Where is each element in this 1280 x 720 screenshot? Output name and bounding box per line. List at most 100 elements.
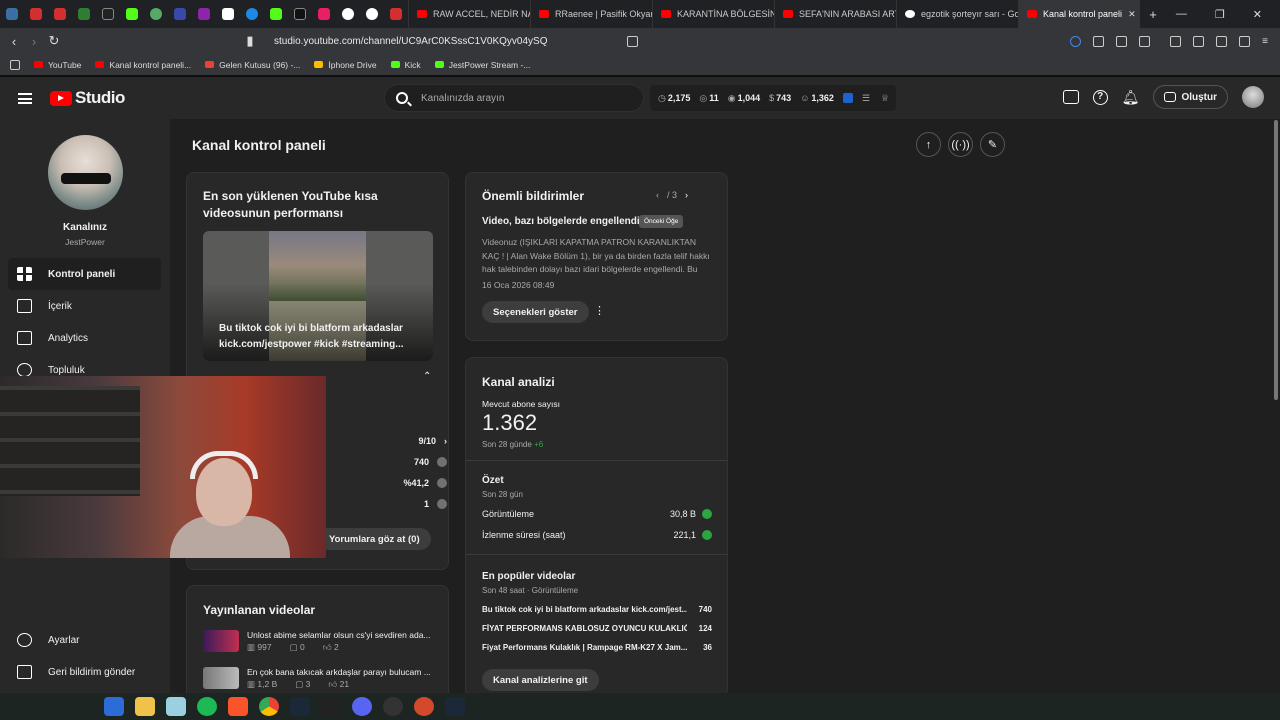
chevron-right-icon[interactable]: ›: [685, 190, 688, 200]
extension-icon[interactable]: [1139, 35, 1151, 47]
pinned-tab[interactable]: [192, 0, 216, 28]
epic-games-icon[interactable]: [321, 697, 341, 716]
maximize-icon[interactable]: ❐: [1215, 8, 1225, 21]
vpn-icon[interactable]: [1239, 35, 1251, 47]
close-window-icon[interactable]: ✕: [1253, 8, 1262, 21]
comments-icon[interactable]: [1062, 90, 1079, 104]
back-icon[interactable]: ‹: [4, 34, 24, 49]
pinned-tab[interactable]: [312, 0, 336, 28]
top-video-row[interactable]: FİYAT PERFORMANS KABLOSUZ OYUNCU KULAKLI…: [482, 624, 712, 633]
scrollbar[interactable]: [1274, 120, 1278, 400]
browser-tab-active[interactable]: Kanal kontrol paneli ✕: [1018, 0, 1140, 28]
pinned-tab[interactable]: [288, 0, 312, 28]
leo-icon[interactable]: [1216, 35, 1228, 47]
top-video-row[interactable]: Bu tiktok cok iyi bi blatform arkadaslar…: [482, 605, 712, 614]
create-button[interactable]: Oluştur: [1153, 85, 1228, 109]
upload-icon[interactable]: ↑: [916, 132, 941, 157]
apps-icon[interactable]: [10, 59, 20, 70]
extension-icon[interactable]: [1070, 35, 1082, 47]
view-comments-button[interactable]: Yorumlara göz at (0): [318, 528, 431, 550]
url-field[interactable]: studio.youtube.com/channel/UC9ArC0KSssC1…: [274, 36, 547, 47]
pinned-tab[interactable]: [72, 0, 96, 28]
sidebar-icon[interactable]: [1170, 35, 1182, 47]
bookmark-item[interactable]: Kick: [390, 60, 421, 70]
minimize-icon[interactable]: —: [1176, 8, 1187, 21]
summary-row[interactable]: İzlenme süresi (saat) 221,1: [482, 530, 712, 540]
new-tab-icon[interactable]: +: [1140, 7, 1166, 22]
share-icon[interactable]: [627, 35, 639, 47]
channel-avatar[interactable]: [48, 135, 123, 210]
live-icon[interactable]: ((·)): [948, 132, 973, 157]
chevron-left-icon[interactable]: ‹: [656, 190, 659, 200]
spotify-icon[interactable]: [197, 697, 217, 716]
app-icon[interactable]: [383, 697, 403, 716]
help-icon[interactable]: ?: [1092, 89, 1108, 105]
close-tab-icon[interactable]: ✕: [1128, 9, 1136, 20]
app-icon[interactable]: [414, 697, 434, 716]
chrome-icon[interactable]: [259, 697, 279, 716]
pinned-tab[interactable]: [360, 0, 384, 28]
summary-row[interactable]: Görüntüleme 30,8 B: [482, 509, 712, 519]
forward-icon[interactable]: ›: [24, 34, 44, 49]
sidebar-item-settings[interactable]: Ayarlar: [8, 624, 161, 656]
extension-icon[interactable]: [1093, 35, 1105, 47]
pinned-tab[interactable]: [48, 0, 72, 28]
account-avatar[interactable]: [1242, 86, 1264, 108]
video-row[interactable]: En çok bana takıcak arkdaşlar parayı bul…: [203, 663, 433, 693]
bookmark-icon[interactable]: ▮: [240, 33, 260, 49]
go-to-analytics-button[interactable]: Kanal analizlerine git: [482, 669, 599, 691]
pinned-tab[interactable]: [264, 0, 288, 28]
browser-tab[interactable]: RAW ACCEL, NEDİR NASIL: [408, 0, 530, 28]
hamburger-menu-icon[interactable]: [18, 92, 32, 104]
short-thumbnail[interactable]: Bu tiktok cok iyi bi blatform arkadaslar…: [203, 231, 433, 361]
sidebar-item-dashboard[interactable]: Kontrol paneli: [8, 258, 161, 290]
browser-tab[interactable]: RRaenee | Pasifik Okyanusu: [530, 0, 652, 28]
folder-icon[interactable]: [135, 697, 155, 716]
studio-logo[interactable]: Studio: [50, 88, 125, 108]
discord-icon[interactable]: [352, 697, 372, 716]
list-icon[interactable]: ☰: [862, 93, 870, 104]
app-icon[interactable]: [104, 697, 124, 716]
bookmark-item[interactable]: İphone Drive: [314, 60, 377, 70]
brave-icon[interactable]: [228, 697, 248, 716]
pinned-tab[interactable]: [384, 0, 408, 28]
browser-tab[interactable]: KARANTİNA BÖLGESİNİN: [652, 0, 774, 28]
bookmark-item[interactable]: Gelen Kutusu (96) -...: [205, 60, 300, 70]
notifications-bell-icon[interactable]: 🔔︎: [1122, 89, 1140, 106]
reload-icon[interactable]: ↻: [44, 33, 64, 49]
steam-icon[interactable]: [445, 697, 465, 716]
pinned-tab[interactable]: [96, 0, 120, 28]
chevron-up-icon[interactable]: ⌃: [423, 371, 431, 382]
pinned-tab[interactable]: [144, 0, 168, 28]
show-options-button[interactable]: Seçenekleri göster: [482, 301, 589, 323]
video-row[interactable]: Unlost abime selamlar olsun cs'yi sevdir…: [203, 626, 433, 656]
perf-row[interactable]: 9/10 ›: [337, 436, 447, 446]
pinned-tab[interactable]: [216, 0, 240, 28]
browser-tab[interactable]: egzotik şorteyır sarı - Google: [896, 0, 1018, 28]
extension-icon[interactable]: [842, 93, 853, 103]
pinned-tab[interactable]: [0, 0, 24, 28]
bookmark-item[interactable]: Kanal kontrol paneli...: [95, 60, 191, 70]
browser-tab[interactable]: SEFA'NIN ARABASI ARTIK: [774, 0, 896, 28]
extension-icon[interactable]: [1116, 35, 1128, 47]
app-icon[interactable]: [166, 697, 186, 716]
edit-post-icon[interactable]: ✎: [980, 132, 1005, 157]
pinned-tab[interactable]: [240, 0, 264, 28]
sidebar-item-feedback[interactable]: Geri bildirim gönder: [8, 656, 161, 688]
channel-stats-bar[interactable]: ◷ 2,175 ◎ 11 ◉ 1,044 $743 ☺ 1,362 ☰ ♕: [650, 85, 896, 111]
bookmark-item[interactable]: YouTube: [34, 60, 81, 70]
menu-icon[interactable]: ≡: [1262, 36, 1268, 47]
pinned-tab[interactable]: [120, 0, 144, 28]
more-vert-icon[interactable]: ⋮: [594, 304, 605, 317]
wallet-icon[interactable]: [1193, 35, 1205, 47]
sidebar-item-content[interactable]: İçerik: [8, 290, 161, 322]
pinned-tab[interactable]: [24, 0, 48, 28]
trophy-icon[interactable]: ♕: [881, 93, 889, 104]
sidebar-item-analytics[interactable]: Analytics: [8, 322, 161, 354]
steam-icon[interactable]: [290, 697, 310, 716]
search-input[interactable]: Kanalınızda arayın: [384, 84, 644, 112]
pinned-tab[interactable]: [336, 0, 360, 28]
top-video-row[interactable]: Fiyat Performans Kulaklık | Rampage RM-K…: [482, 643, 712, 652]
bookmark-item[interactable]: JestPower Stream -...: [434, 60, 530, 70]
pinned-tab[interactable]: [168, 0, 192, 28]
